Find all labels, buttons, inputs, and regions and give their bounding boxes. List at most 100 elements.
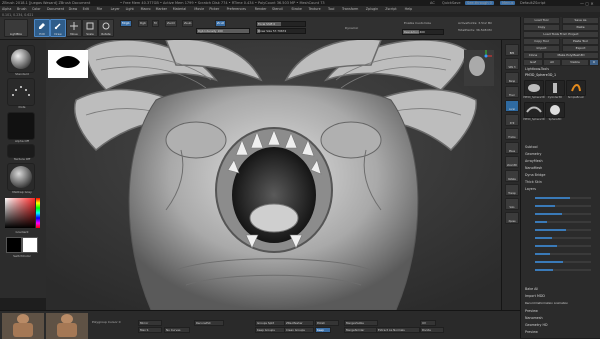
draw-mode-button[interactable]: Draw — [50, 19, 66, 37]
groups-split-button[interactable]: Groups Split — [255, 320, 285, 326]
layer-intensity-slider[interactable] — [535, 197, 591, 199]
nav-transp-button[interactable]: Transp — [505, 184, 519, 196]
secondary-color-swatch[interactable] — [22, 237, 38, 253]
uv-button[interactable]: UV — [420, 320, 436, 326]
scale-mode-button[interactable]: Scale — [82, 19, 98, 37]
model-thumbnail-side[interactable] — [46, 313, 88, 339]
bake-all-button[interactable]: Bake All — [525, 287, 538, 291]
subtool-thumb-4[interactable]: PM3D_Sphere3D — [523, 102, 545, 121]
lightbox-tools-button[interactable]: Lightbox▸Tools — [525, 67, 549, 71]
texture-selector[interactable] — [7, 144, 35, 158]
section-thick-skin[interactable]: Thick Skin — [525, 180, 542, 184]
zremesher-button[interactable]: ZRe-Mesher — [284, 320, 314, 326]
nav-spix-3-button[interactable]: SPix 3 — [505, 58, 519, 70]
menu-item-render[interactable]: Render — [255, 7, 267, 11]
section-arraymesh[interactable]: ArrayMesh — [525, 159, 543, 163]
layer-intensity-slider[interactable] — [535, 245, 591, 247]
default-zscript-button[interactable]: DefaultZScript — [520, 1, 545, 5]
record-deformation-button[interactable]: Record Deformation Animation — [525, 301, 568, 305]
nav-rotate-button[interactable]: Rotate — [505, 170, 519, 182]
import-mdd-button[interactable]: Import MDD — [525, 294, 545, 298]
nav-solo-button[interactable]: Solo — [505, 198, 519, 210]
section-layers[interactable]: Layers — [525, 187, 536, 191]
menu-item-preferences[interactable]: Preferences — [227, 7, 246, 11]
menu-item-movie[interactable]: Movie — [194, 7, 204, 11]
goz-button[interactable]: GoZ — [523, 59, 543, 66]
switch-color-button[interactable]: SwitchColor — [4, 254, 40, 258]
main-color-swatch[interactable] — [6, 237, 22, 253]
merge-visible-button[interactable]: MergeVisible — [344, 320, 378, 326]
menu-item-texture[interactable]: Texture — [309, 7, 321, 11]
reconstsc-button[interactable]: ReconstSC — [194, 320, 224, 326]
menu-item-transform[interactable]: Transform — [342, 7, 358, 11]
copy-button[interactable]: Copy — [523, 24, 560, 31]
layer-intensity-slider[interactable] — [535, 253, 591, 255]
color-picker[interactable] — [5, 198, 35, 228]
goz-r-button[interactable]: R — [589, 59, 599, 66]
layer-intensity-slider[interactable] — [535, 221, 591, 223]
clone-button[interactable]: Clone — [523, 52, 543, 59]
nav-floor-button[interactable]: Floor — [505, 86, 519, 98]
zsub-toggle[interactable]: Zsub — [182, 20, 194, 27]
merge-similar-button[interactable]: MergeSimilar — [344, 327, 378, 333]
make-polymesh-button[interactable]: Make PolyMesh3D — [543, 52, 599, 59]
nav-zoom3d-button[interactable]: Zoom3D — [505, 156, 519, 168]
menu-item-color[interactable]: Color — [32, 7, 41, 11]
canvas-viewport[interactable] — [46, 40, 501, 310]
zcut-toggle[interactable]: Zcut — [215, 20, 226, 27]
mirror-button[interactable]: Mirror — [138, 320, 162, 326]
load-tool-button[interactable]: Load Tool — [523, 17, 560, 24]
section-dyna-bridge[interactable]: Dyna Bridge — [525, 173, 545, 177]
hue-strip[interactable] — [36, 198, 40, 228]
goz-visible-button[interactable]: Visible — [561, 59, 589, 66]
menu-item-zscript[interactable]: Zscript — [385, 7, 396, 11]
menu-item-light[interactable]: Light — [126, 7, 134, 11]
menu-item-zplugin[interactable]: Zplugin — [366, 7, 378, 11]
model-thumbnail-front[interactable] — [2, 313, 44, 339]
section-geometry[interactable]: Geometry — [525, 152, 541, 156]
preview-button[interactable]: Preview — [525, 309, 538, 313]
subtool-thumb-5[interactable]: Sphere3D — [545, 102, 565, 121]
layer-intensity-slider[interactable] — [535, 237, 591, 239]
keep-groups-button[interactable]: Keep Groups — [255, 327, 285, 333]
nav-frame-button[interactable]: Frame — [505, 128, 519, 140]
extract-normals-button[interactable]: Extract As Normals — [376, 327, 420, 333]
copy-tool-button[interactable]: Copy Tool — [523, 38, 560, 45]
menu-item-draw[interactable]: Draw — [69, 7, 78, 11]
section-geometry-hd[interactable]: Geometry HD — [525, 323, 548, 327]
move-mode-button[interactable]: Move — [66, 19, 82, 37]
export-button[interactable]: Export — [562, 45, 599, 52]
menu-item-picker[interactable]: Picker — [209, 7, 219, 11]
rgb-toggle[interactable]: Rgb — [138, 20, 148, 27]
rgb-intensity-slider[interactable]: Rgb Intensity 100 — [196, 28, 250, 34]
menu-item-marker[interactable]: Marker — [156, 7, 167, 11]
resolution-slider[interactable]: Resolution 400 — [402, 29, 444, 35]
quicksave-button[interactable]: QuickSave — [442, 1, 461, 5]
max-s-button[interactable]: Max S — [138, 327, 162, 333]
enable-customize-toggle[interactable]: Enable Customize — [404, 21, 431, 25]
mrgb-toggle[interactable]: Mrgb — [120, 20, 132, 27]
menu-item-file[interactable]: File — [97, 7, 103, 11]
menu-item-tool[interactable]: Tool — [328, 7, 334, 11]
ac-label[interactable]: AC — [430, 1, 435, 5]
stroke-selector[interactable] — [7, 78, 35, 106]
nav-move-button[interactable]: Move — [505, 142, 519, 154]
section-preview[interactable]: Preview — [525, 330, 538, 334]
menu-item-stencil[interactable]: Stencil — [272, 7, 283, 11]
subtool-thumb-2[interactable]: Cylinder3D — [545, 80, 565, 99]
nav-local-button[interactable]: Local — [505, 100, 519, 112]
navigation-head[interactable] — [464, 50, 494, 86]
focal-shift-slider[interactable]: Focal Shift 0 — [256, 21, 306, 27]
keep-button[interactable]: Keep — [315, 327, 331, 333]
section-subtool[interactable]: Subtool — [525, 145, 538, 149]
subtool-thumb-1[interactable]: PM3D_Sphere3D — [523, 80, 545, 99]
subtool-thumb-3[interactable]: SimpleBrush — [566, 80, 586, 99]
section-nanomesh[interactable]: NanoMesh — [525, 166, 542, 170]
section-nanomesh-2[interactable]: Nanomesh — [525, 316, 543, 320]
clean-groups-button[interactable]: Clean Groups — [284, 327, 314, 333]
menu-item-edit[interactable]: Edit — [83, 7, 89, 11]
goz-all-button[interactable]: All — [543, 59, 561, 66]
paste-tool-button[interactable]: Paste Tool — [562, 38, 599, 45]
menu-item-brush[interactable]: Brush — [17, 7, 27, 11]
menu-item-macro[interactable]: Macro — [141, 7, 151, 11]
